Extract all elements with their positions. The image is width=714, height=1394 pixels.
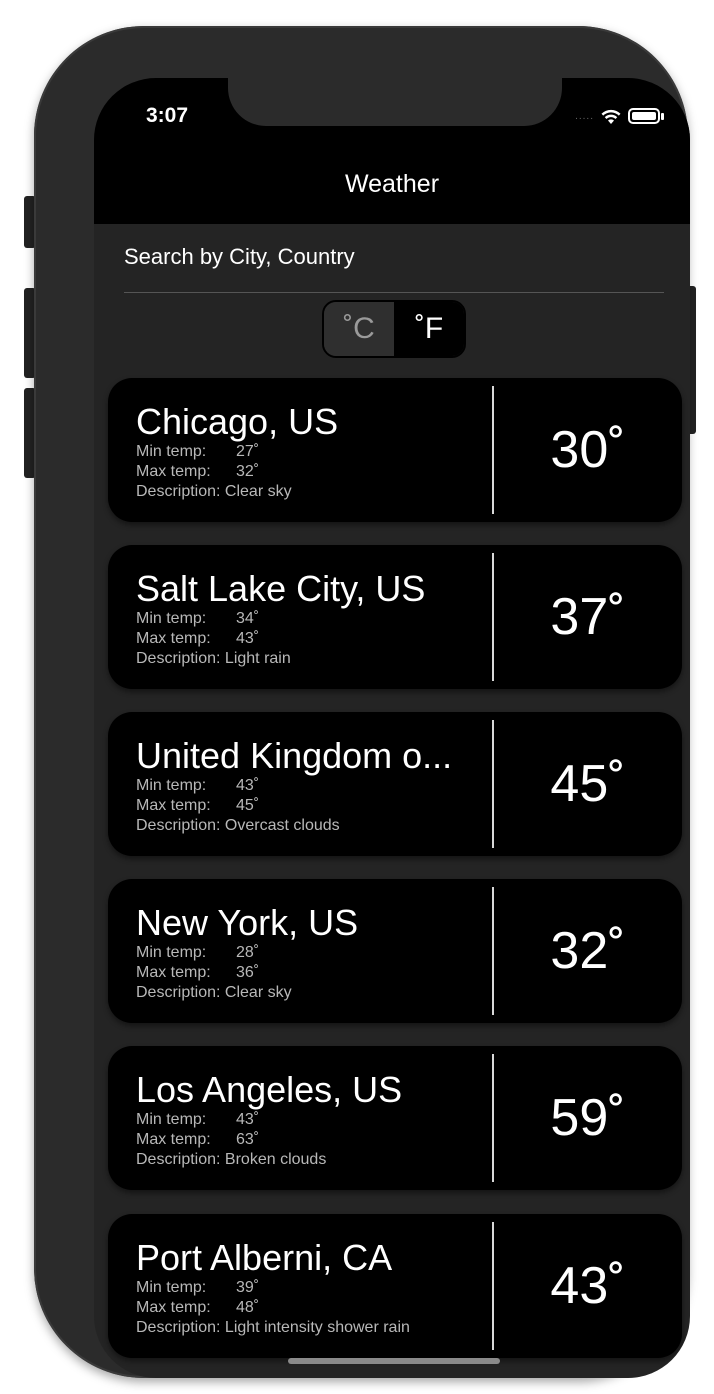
max-temp-value: 45˚ <box>236 797 260 814</box>
min-temp-value: 43˚ <box>236 777 260 794</box>
min-temp-value: 34˚ <box>236 610 260 627</box>
max-temp-label: Max temp: <box>136 797 211 814</box>
description: Description: Clear sky <box>136 984 292 1001</box>
fahrenheit-option[interactable]: ˚F <box>394 302 464 356</box>
min-temp-label: Min temp: <box>136 1111 207 1128</box>
min-temp-value: 27˚ <box>236 443 260 460</box>
max-temp: Max temp: 45˚ <box>136 796 482 816</box>
navigation-bar: 3:07 ..... Weather <box>94 78 690 224</box>
battery-icon <box>628 108 660 124</box>
max-temp-label: Max temp: <box>136 1131 211 1148</box>
city-name: Chicago, US <box>136 402 339 442</box>
weather-card[interactable]: Port Alberni, CA Min temp: 39˚ Max temp: 4… <box>108 1214 682 1358</box>
weather-card[interactable]: Los Angeles, US Min temp: 43˚ Max temp: 63… <box>108 1046 682 1190</box>
current-temp: 59˚ <box>550 1089 626 1147</box>
notch <box>228 78 562 126</box>
min-temp-label: Min temp: <box>136 610 207 627</box>
max-temp: Max temp: 63˚ <box>136 1130 482 1150</box>
current-temp: 30˚ <box>550 421 626 479</box>
max-temp-label: Max temp: <box>136 964 211 981</box>
min-temp: Min temp: 27˚ <box>136 442 482 462</box>
min-temp-label: Min temp: <box>136 777 207 794</box>
status-time: 3:07 <box>146 104 189 127</box>
min-temp-label: Min temp: <box>136 443 207 460</box>
max-temp: Max temp: 48˚ <box>136 1298 482 1318</box>
celsius-option[interactable]: ˚C <box>324 302 394 356</box>
max-temp-value: 36˚ <box>236 964 260 981</box>
max-temp-value: 43˚ <box>236 630 260 647</box>
weather-card[interactable]: New York, US Min temp: 28˚ Max temp: 36˚ D… <box>108 879 682 1023</box>
max-temp-value: 48˚ <box>236 1299 260 1316</box>
weather-card[interactable]: United Kingdom o... Min temp: 43˚ Max tem… <box>108 712 682 856</box>
current-temp: 45˚ <box>550 755 626 813</box>
min-temp: Min temp: 43˚ <box>136 1110 482 1130</box>
current-temp: 32˚ <box>550 922 626 980</box>
description: Description: Broken clouds <box>136 1151 327 1168</box>
min-temp: Min temp: 34˚ <box>136 609 482 629</box>
search-divider <box>124 292 664 293</box>
city-name: New York, US <box>136 903 359 943</box>
min-temp-value: 43˚ <box>236 1111 260 1128</box>
city-name: Los Angeles, US <box>136 1070 403 1110</box>
max-temp-label: Max temp: <box>136 463 211 480</box>
screen: 3:07 ..... Weather ˚C ˚F Chicago, US <box>94 78 690 1378</box>
search-input[interactable] <box>124 240 664 274</box>
unit-toggle[interactable]: ˚C ˚F <box>322 300 466 358</box>
max-temp-value: 63˚ <box>236 1131 260 1148</box>
weather-card[interactable]: Salt Lake City, US Min temp: 34˚ Max temp… <box>108 545 682 689</box>
page-title: Weather <box>344 170 440 198</box>
description: Description: Overcast clouds <box>136 817 340 834</box>
current-temp: 37˚ <box>550 588 626 646</box>
max-temp-label: Max temp: <box>136 630 211 647</box>
min-temp-label: Min temp: <box>136 944 207 961</box>
min-temp: Min temp: 28˚ <box>136 943 482 963</box>
max-temp: Max temp: 43˚ <box>136 629 482 649</box>
min-temp-label: Min temp: <box>136 1279 207 1296</box>
battery-cap <box>661 112 664 120</box>
city-name: United Kingdom o... <box>136 736 453 776</box>
max-temp: Max temp: 32˚ <box>136 462 482 482</box>
max-temp-label: Max temp: <box>136 1299 211 1316</box>
min-temp: Min temp: 39˚ <box>136 1278 482 1298</box>
min-temp: Min temp: 43˚ <box>136 776 482 796</box>
wifi-icon <box>601 109 621 124</box>
current-temp: 43˚ <box>550 1257 626 1315</box>
min-temp-value: 39˚ <box>236 1279 260 1296</box>
city-name: Salt Lake City, US <box>136 569 426 609</box>
description: Description: Clear sky <box>136 483 292 500</box>
description: Description: Light rain <box>136 650 291 667</box>
status-icons: ..... <box>575 104 664 128</box>
signal-icon: ..... <box>575 110 594 122</box>
max-temp: Max temp: 36˚ <box>136 963 482 983</box>
city-name: Port Alberni, CA <box>136 1238 393 1278</box>
description: Description: Light intensity shower rain <box>136 1319 410 1336</box>
phone-frame: 3:07 ..... Weather ˚C ˚F Chicago, US <box>34 26 690 1378</box>
home-indicator[interactable] <box>288 1358 500 1364</box>
max-temp-value: 32˚ <box>236 463 260 480</box>
weather-card[interactable]: Chicago, US Min temp: 27˚ Max temp: 32˚ De… <box>108 378 682 522</box>
min-temp-value: 28˚ <box>236 944 260 961</box>
